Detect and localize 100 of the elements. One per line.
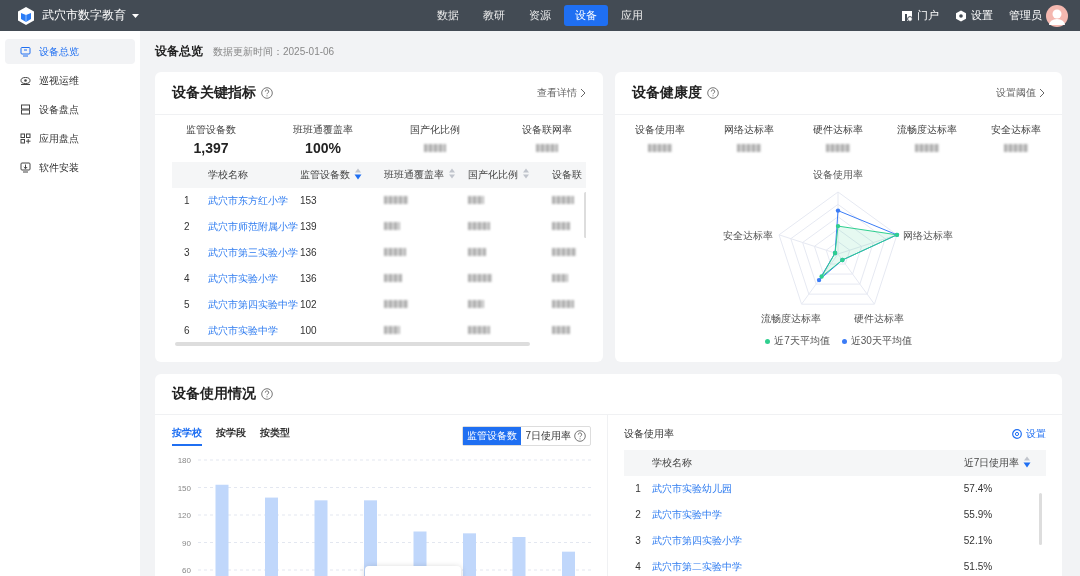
y-axis: 60 90 120 150 180 — [177, 456, 191, 575]
caret-down-icon — [132, 13, 139, 18]
table-cell: 55.9% — [963, 509, 993, 520]
toggle-option[interactable]: 7日使用率 — [521, 427, 590, 445]
school-link[interactable]: 武穴市实验中学 — [652, 509, 723, 520]
nav-tab[interactable]: 应用 — [610, 5, 654, 26]
stat-label: 国产化比例 — [410, 124, 460, 135]
row-number: 2 — [635, 509, 641, 520]
nav-tab[interactable]: 数据 — [426, 5, 470, 26]
help-icon — [574, 430, 586, 442]
update-time: 数据更新时间：2025-01-06 — [213, 45, 335, 59]
bar[interactable] — [314, 500, 328, 576]
row-number: 6 — [184, 325, 190, 336]
column-header: 近7日使用率 — [963, 457, 1020, 468]
blurred-value — [552, 196, 574, 204]
tab[interactable]: 按学校 — [172, 426, 202, 446]
blurred-value — [384, 222, 400, 230]
card-title: 设备使用情况 — [172, 385, 256, 403]
topbar-link[interactable]: 设置 — [971, 8, 993, 23]
table-cell: 153 — [300, 195, 317, 206]
chevron-right-icon — [580, 88, 586, 98]
stat-label: 设备联网率 — [522, 124, 572, 135]
app-name[interactable]: 武穴市数字教育 — [42, 7, 126, 24]
scrollbar[interactable] — [1039, 493, 1042, 545]
stat-label: 监管设备数 — [186, 124, 236, 135]
tab[interactable]: 按学段 — [216, 426, 246, 446]
metric-label: 硬件达标率 — [812, 124, 863, 135]
details-link[interactable]: 查看详情 — [537, 86, 586, 100]
sidebar-item[interactable]: 应用盘点 — [5, 126, 135, 151]
blurred-value — [468, 196, 484, 204]
nav-tab[interactable]: 资源 — [518, 5, 562, 26]
card-title: 设备健康度 — [632, 84, 702, 102]
column-header: 学校名称 — [652, 457, 693, 468]
metric-label: 安全达标率 — [990, 124, 1041, 135]
blurred-value — [468, 326, 490, 334]
school-link[interactable]: 武穴市师范附属小学 — [208, 221, 298, 232]
table-cell: 100 — [300, 325, 317, 336]
table-cell: 139 — [300, 221, 317, 232]
settings-icon — [1012, 429, 1022, 439]
sidebar-item[interactable]: 软件安装 — [5, 155, 135, 180]
school-link[interactable]: 武穴市第二实验中学 — [652, 561, 743, 572]
school-link[interactable]: 武穴市第四实验小学 — [652, 535, 743, 546]
school-link[interactable]: 武穴市第四实验中学 — [208, 299, 298, 310]
column-header: 监管设备数 — [300, 169, 350, 180]
logo-icon — [16, 5, 36, 26]
school-link[interactable]: 武穴市第三实验小学 — [208, 247, 298, 258]
stat-value: 100% — [305, 140, 341, 156]
row-number: 1 — [635, 483, 641, 494]
bar[interactable] — [265, 497, 278, 576]
school-link[interactable]: 武穴市实验中学 — [208, 325, 278, 336]
bar[interactable] — [215, 484, 229, 576]
axis-label: 流畅度达标率 — [761, 313, 822, 325]
sidebar-item[interactable]: 设备总览 — [5, 39, 135, 64]
user-name[interactable]: 管理员 — [1009, 8, 1042, 23]
avatar-icon — [1046, 4, 1068, 27]
blurred-value — [384, 196, 408, 204]
row-number: 4 — [635, 561, 641, 572]
column-header: 国产化比例 — [468, 169, 518, 180]
nav-tab[interactable]: 教研 — [472, 5, 516, 26]
legend-label: 近7天平均值 — [774, 334, 830, 348]
table-cell: 51.5% — [963, 561, 993, 572]
stat-label: 班班通覆盖率 — [293, 124, 353, 135]
bar[interactable] — [463, 533, 476, 576]
settings-link[interactable]: 设置 — [1012, 427, 1046, 441]
blurred-value — [384, 300, 408, 308]
portal-icon — [901, 9, 913, 22]
toggle-option[interactable]: 监管设备数 — [463, 427, 522, 445]
topbar-link[interactable]: 门户 — [917, 8, 939, 23]
row-number: 5 — [184, 299, 190, 310]
scrollbar[interactable] — [175, 342, 530, 346]
blurred-value — [468, 248, 486, 256]
apps-icon — [20, 133, 31, 144]
school-link[interactable]: 武穴市实验幼儿园 — [652, 483, 733, 494]
panel-title: 设备使用率 — [624, 427, 674, 441]
column-header: 设备联 — [552, 169, 582, 180]
blurred-value — [384, 326, 400, 334]
stat-value: 1,397 — [193, 140, 229, 156]
school-link[interactable]: 武穴市实验小学 — [208, 273, 278, 284]
blurred-value — [552, 326, 570, 334]
school-link[interactable]: 武穴市东方红小学 — [208, 195, 288, 206]
help-icon — [261, 87, 273, 99]
metric-label: 网络达标率 — [723, 124, 774, 135]
column-header: 班班通覆盖率 — [384, 169, 444, 180]
bar[interactable] — [562, 551, 575, 576]
help-icon — [261, 388, 273, 400]
row-number: 4 — [184, 273, 190, 284]
row-number: 1 — [184, 195, 190, 206]
help-icon — [707, 87, 719, 99]
sidebar-item[interactable]: 巡视运维 — [5, 68, 135, 93]
install-icon — [20, 162, 31, 173]
details-link[interactable]: 设置阈值 — [996, 86, 1045, 100]
bar[interactable] — [512, 537, 526, 576]
blurred-value — [468, 300, 484, 308]
tab[interactable]: 按类型 — [260, 426, 290, 446]
blurred-value — [384, 274, 402, 282]
nav-tab[interactable]: 设备 — [564, 5, 608, 26]
sidebar-item[interactable]: 设备盘点 — [5, 97, 135, 122]
row-number: 3 — [184, 247, 190, 258]
table-cell: 102 — [300, 299, 317, 310]
page-title: 设备总览 — [155, 43, 203, 60]
